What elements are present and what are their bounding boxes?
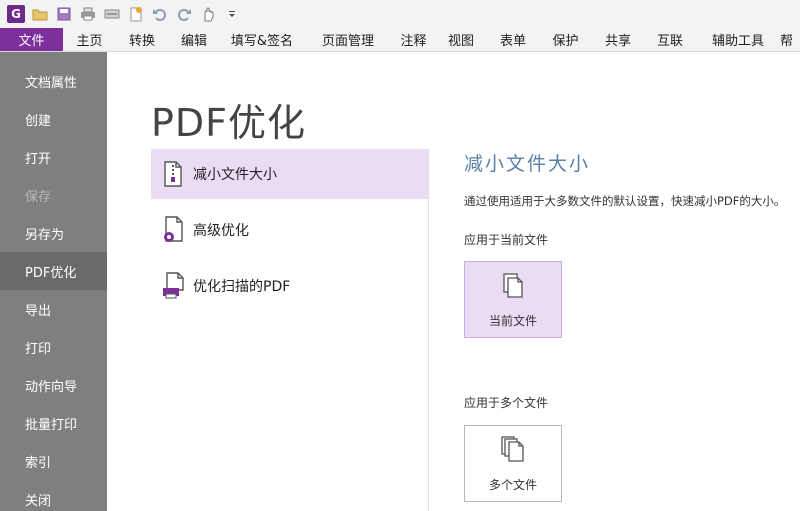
quick-access-toolbar: G bbox=[0, 0, 800, 28]
ribbon-tabs: 文件 主页 转换 编辑 填写&签名 页面管理 注释 视图 表单 保护 共享 互联… bbox=[0, 28, 800, 52]
nav-action-wizard[interactable]: 动作向导 bbox=[0, 366, 107, 404]
documents-icon bbox=[501, 271, 525, 302]
redo-icon[interactable] bbox=[172, 2, 196, 26]
undo-icon[interactable] bbox=[148, 2, 172, 26]
nav-save: 保存 bbox=[25, 189, 52, 205]
tab-fill-sign[interactable]: 填写&签名 bbox=[220, 28, 304, 51]
main-panel: PDF优化 减小文件大小 高级优化 优化扫描的PDF 减小文件大小 通过使用适用… bbox=[107, 52, 800, 511]
tab-help[interactable]: 帮 bbox=[780, 28, 800, 51]
nav-save-as[interactable]: 另存为 bbox=[0, 214, 107, 252]
option-reduce-size-label: 减小文件大小 bbox=[193, 167, 277, 183]
nav-print[interactable]: 打印 bbox=[0, 328, 107, 366]
nav-export[interactable]: 导出 bbox=[0, 290, 107, 328]
detail-title: 减小文件大小 bbox=[464, 153, 591, 175]
tab-comment[interactable]: 注释 bbox=[392, 28, 435, 51]
section-current-label: 应用于当前文件 bbox=[464, 233, 549, 247]
page-title: PDF优化 bbox=[151, 101, 307, 145]
panel-divider bbox=[428, 149, 429, 511]
nav-close[interactable]: 关闭 bbox=[0, 480, 107, 511]
new-icon[interactable] bbox=[124, 2, 148, 26]
tab-file[interactable]: 文件 bbox=[0, 28, 63, 51]
tab-convert[interactable]: 转换 bbox=[116, 28, 168, 51]
scan-icon[interactable] bbox=[100, 2, 124, 26]
detail-description: 通过使用适用于大多数文件的默认设置，快速减小PDF的大小。 bbox=[464, 194, 786, 208]
zip-file-icon bbox=[161, 159, 185, 189]
open-folder-icon[interactable] bbox=[28, 2, 52, 26]
option-reduce-size[interactable]: 减小文件大小 bbox=[151, 149, 428, 199]
app-logo-icon: G bbox=[7, 5, 25, 23]
print-icon[interactable] bbox=[76, 2, 100, 26]
nav-batch-print[interactable]: 批量打印 bbox=[0, 404, 107, 442]
multiple-files-button-label: 多个文件 bbox=[488, 477, 537, 492]
current-file-button[interactable]: 当前文件 bbox=[464, 261, 562, 338]
section-multi-label: 应用于多个文件 bbox=[464, 396, 549, 410]
tab-protect[interactable]: 保护 bbox=[539, 28, 592, 51]
detail-panel: 减小文件大小 通过使用适用于大多数文件的默认设置，快速减小PDF的大小。 应用于… bbox=[464, 149, 800, 502]
nav-doc-properties[interactable]: 文档属性 bbox=[0, 62, 107, 100]
tab-page-manage[interactable]: 页面管理 bbox=[304, 28, 392, 51]
optimize-options: 减小文件大小 高级优化 优化扫描的PDF bbox=[151, 149, 428, 317]
current-file-button-label: 当前文件 bbox=[488, 313, 537, 328]
multiple-files-button[interactable]: 多个文件 bbox=[464, 425, 562, 502]
option-optimize-scanned-label: 优化扫描的PDF bbox=[193, 279, 291, 295]
save-icon[interactable] bbox=[52, 2, 76, 26]
nav-create[interactable]: 创建 bbox=[0, 100, 107, 138]
option-advanced-optimize[interactable]: 高级优化 bbox=[151, 205, 428, 255]
option-advanced-optimize-label: 高级优化 bbox=[193, 223, 249, 239]
backstage-nav: 文档属性 创建 打开 保存 另存为 PDF优化 导出 打印 动作向导 批量打印 … bbox=[0, 52, 107, 511]
tab-home[interactable]: 主页 bbox=[63, 28, 116, 51]
option-optimize-scanned[interactable]: 优化扫描的PDF bbox=[151, 261, 428, 311]
tab-form[interactable]: 表单 bbox=[487, 28, 539, 51]
hand-tool-icon[interactable] bbox=[196, 2, 220, 26]
file-gear-icon bbox=[161, 215, 185, 245]
tab-view[interactable]: 视图 bbox=[435, 28, 487, 51]
multiple-documents-icon bbox=[500, 435, 526, 466]
nav-open[interactable]: 打开 bbox=[0, 138, 107, 176]
scanner-file-icon bbox=[161, 271, 185, 301]
tab-connect[interactable]: 互联 bbox=[644, 28, 696, 51]
nav-index[interactable]: 索引 bbox=[0, 442, 107, 480]
tab-edit[interactable]: 编辑 bbox=[168, 28, 220, 51]
nav-pdf-optimize[interactable]: PDF优化 bbox=[0, 252, 107, 290]
tab-share[interactable]: 共享 bbox=[592, 28, 644, 51]
app-logo[interactable]: G bbox=[4, 2, 28, 26]
tab-accessibility[interactable]: 辅助工具 bbox=[696, 28, 780, 51]
customize-dropdown-icon[interactable] bbox=[220, 2, 244, 26]
